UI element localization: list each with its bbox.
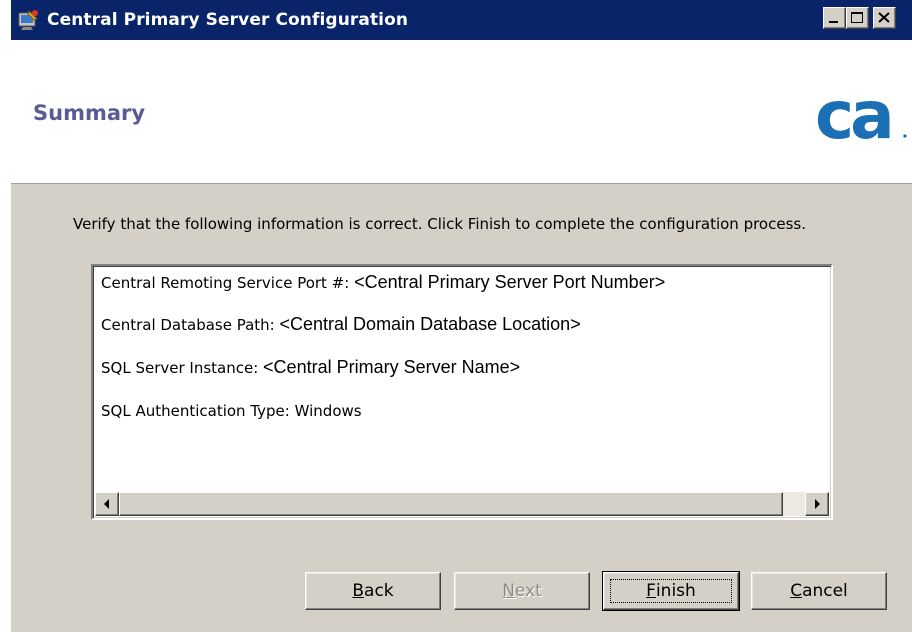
summary-row: SQL Server Instance: <Central Primary Se…	[101, 357, 520, 378]
close-button[interactable]	[873, 7, 896, 29]
arrow-right-icon	[815, 499, 820, 509]
summary-value: <Central Domain Database Location>	[279, 314, 581, 334]
minimize-icon	[829, 21, 838, 23]
back-button[interactable]: Back	[305, 572, 441, 610]
wizard-header: Summary ca	[11, 40, 912, 184]
summary-label: Central Remoting Service Port #:	[101, 274, 350, 292]
scroll-right-button[interactable]	[805, 492, 829, 516]
wizard-window: Central Primary Server Configuration Sum…	[10, 0, 912, 632]
next-label: ext	[514, 581, 542, 601]
summary-row: Central Database Path: <Central Domain D…	[101, 314, 581, 335]
title-bar[interactable]: Central Primary Server Configuration	[11, 0, 912, 40]
next-mnemonic: N	[502, 581, 515, 601]
back-label: ack	[364, 581, 394, 601]
horizontal-scrollbar[interactable]	[95, 492, 829, 516]
back-mnemonic: B	[352, 581, 365, 601]
cancel-label: ancel	[802, 581, 848, 601]
maximize-icon	[851, 12, 863, 23]
summary-value: Windows	[294, 402, 362, 420]
ca-logo: ca	[815, 84, 907, 146]
summary-row: SQL Authentication Type: Windows	[101, 402, 362, 420]
setup-wizard-icon	[17, 9, 39, 31]
summary-value: <Central Primary Server Port Number>	[354, 272, 666, 292]
summary-value: <Central Primary Server Name>	[263, 357, 521, 377]
summary-label: Central Database Path:	[101, 316, 275, 334]
arrow-left-icon	[104, 499, 109, 509]
instruction-text: Verify that the following information is…	[73, 215, 806, 233]
scroll-left-button[interactable]	[95, 492, 119, 516]
cancel-mnemonic: C	[790, 581, 803, 601]
minimize-button[interactable]	[823, 7, 846, 29]
summary-label: SQL Authentication Type:	[101, 402, 290, 420]
logo-text: ca	[815, 84, 891, 146]
cancel-button[interactable]: Cancel	[751, 572, 887, 610]
window-title: Central Primary Server Configuration	[47, 10, 409, 30]
maximize-button[interactable]	[846, 7, 869, 29]
summary-list[interactable]: Central Remoting Service Port #: <Centra…	[91, 264, 833, 520]
finish-button[interactable]: Finish	[602, 571, 740, 611]
summary-row: Central Remoting Service Port #: <Centra…	[101, 272, 665, 293]
focus-rectangle	[610, 579, 732, 603]
scrollbar-thumb[interactable]	[119, 492, 783, 516]
summary-label: SQL Server Instance:	[101, 359, 259, 377]
next-button[interactable]: Next	[454, 572, 590, 610]
page-title: Summary	[33, 101, 146, 125]
close-icon	[878, 12, 890, 23]
